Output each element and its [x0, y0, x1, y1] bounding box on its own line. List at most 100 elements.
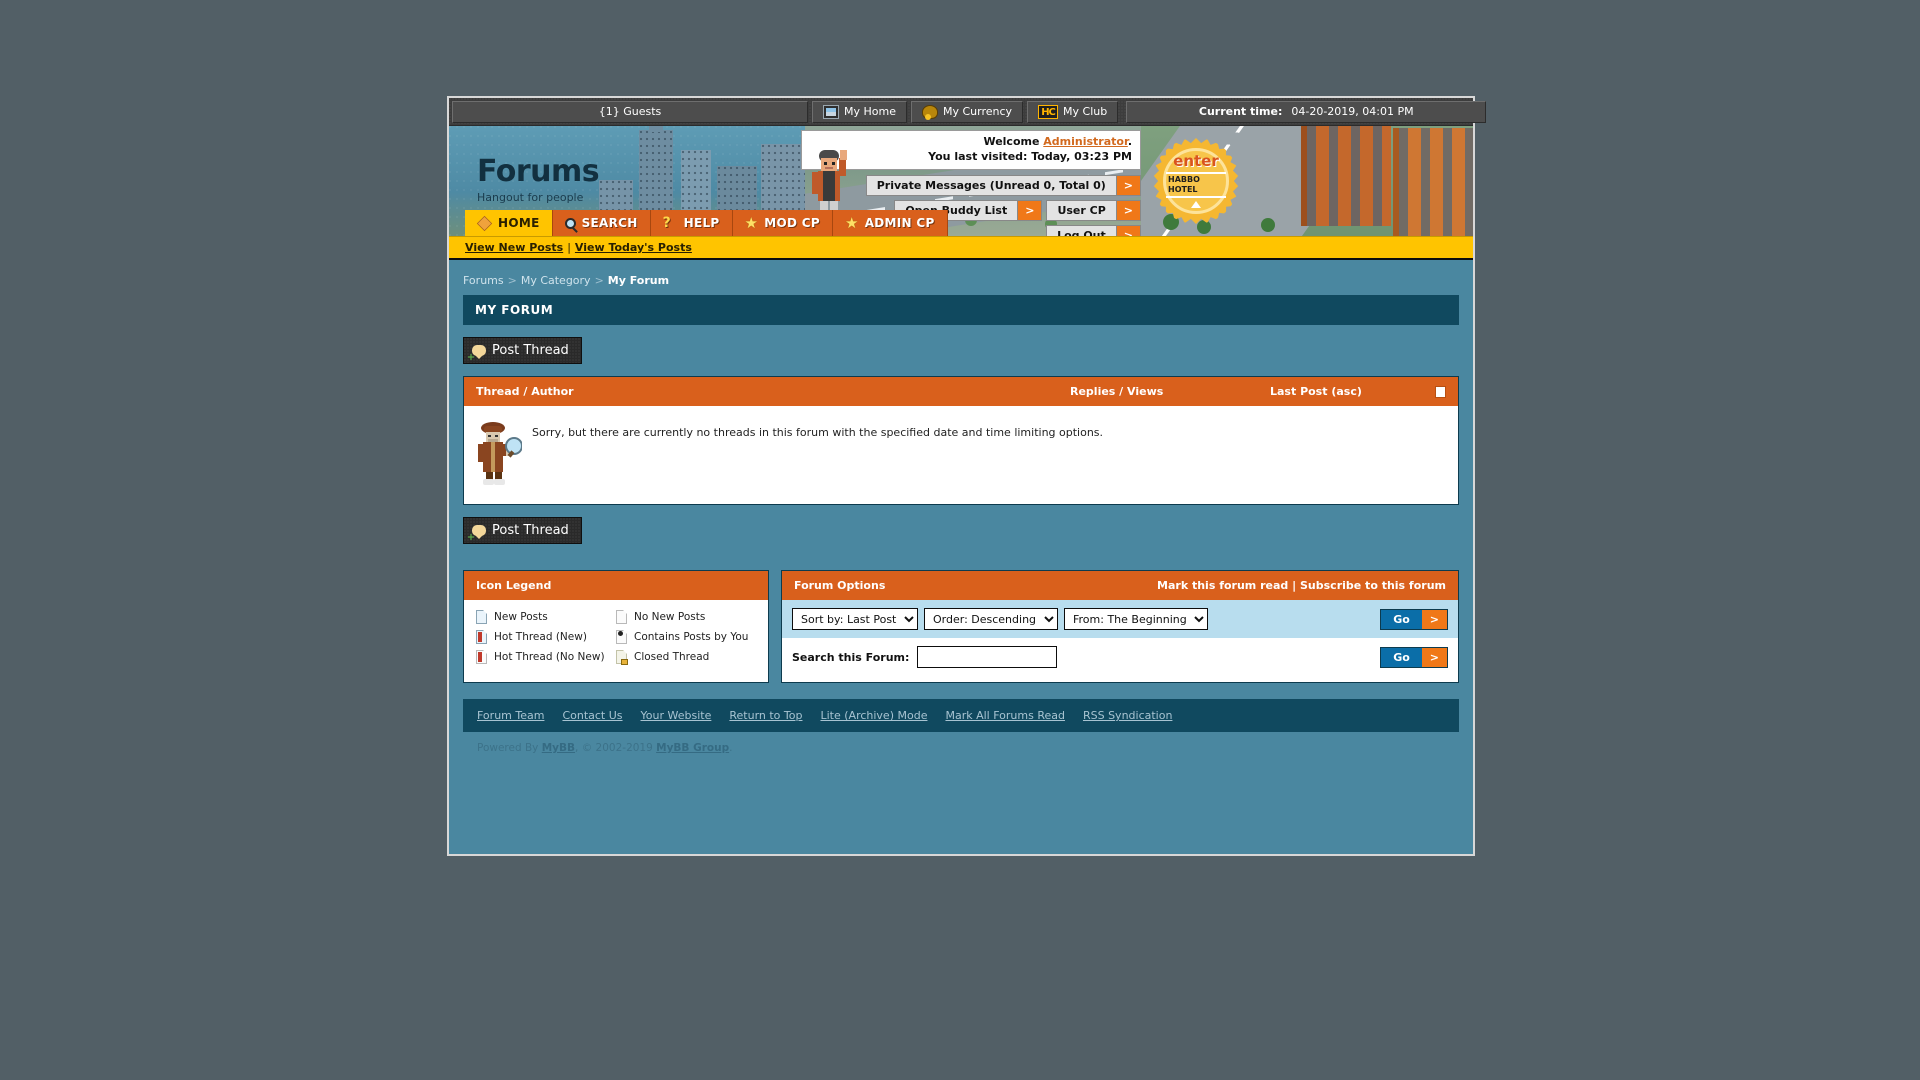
legend-label: New Posts	[494, 611, 548, 623]
my-currency-button[interactable]: My Currency	[910, 100, 1024, 123]
pm-arrow-icon: >	[1115, 175, 1140, 195]
footer-link-contact-us[interactable]: Contact Us	[562, 709, 622, 722]
icon-legend-body: New Posts Hot Thread (New) Hot Thread (N…	[464, 600, 768, 682]
subscribe-forum-link[interactable]: Subscribe to this forum	[1300, 579, 1446, 592]
sort-go-arrow-icon: >	[1421, 609, 1447, 629]
forum-options-links: Mark this forum read | Subscribe to this…	[1157, 579, 1446, 592]
legend-label: Closed Thread	[634, 651, 710, 663]
hc-badge-icon: HC	[1038, 104, 1059, 119]
subnav-separator: |	[567, 241, 571, 254]
footer-link-rss-syndication[interactable]: RSS Syndication	[1083, 709, 1172, 722]
mybb-forum-page: {1} Guests My Home My Currency HC My Clu…	[447, 96, 1487, 856]
my-home-label: My Home	[844, 105, 896, 118]
column-replies-views[interactable]: Replies / Views	[1070, 385, 1270, 398]
icon-legend-panel: Icon Legend New Posts Hot Thread (New) H…	[463, 570, 769, 683]
search-go-label: Go	[1381, 647, 1422, 667]
welcome-message: Welcome Administrator. You last visited:…	[801, 130, 1141, 170]
sort-go-button[interactable]: Go >	[1380, 608, 1448, 630]
mark-forum-read-link[interactable]: Mark this forum read	[1157, 579, 1288, 592]
my-currency-label: My Currency	[942, 105, 1013, 118]
order-select[interactable]: Order: DescendingOrder: Ascending	[924, 608, 1058, 630]
quick-links-bar: View New Posts | View Today's Posts	[449, 236, 1473, 260]
coins-bag-icon	[921, 104, 938, 120]
log-out-button[interactable]: Log Out >	[1046, 224, 1141, 236]
post-thread-button-top[interactable]: Post Thread	[463, 337, 582, 364]
footer-links: Forum Team Contact Us Your Website Retur…	[463, 699, 1459, 732]
my-club-button[interactable]: HC My Club	[1027, 100, 1119, 123]
nav-tab-search[interactable]: SEARCH	[552, 210, 651, 236]
house-icon	[476, 215, 493, 231]
select-all-checkbox[interactable]	[1420, 385, 1446, 398]
search-go-arrow-icon: >	[1421, 647, 1447, 667]
footer-link-forum-team[interactable]: Forum Team	[477, 709, 544, 722]
icon-legend-header: Icon Legend	[464, 571, 768, 600]
mybb-group-link[interactable]: MyBB Group	[656, 742, 729, 754]
post-thread-button-bottom[interactable]: Post Thread	[463, 517, 582, 544]
breadcrumb-arrow: >	[507, 274, 517, 287]
post-thread-label-top: Post Thread	[492, 343, 569, 358]
legend-label: Hot Thread (No New)	[494, 651, 605, 663]
hot-thread-new-icon	[476, 630, 487, 644]
forum-title: MY FORUM	[463, 295, 1459, 325]
column-thread-author[interactable]: Thread / Author	[476, 385, 1070, 398]
posts-by-you-icon	[616, 630, 627, 644]
links-separator: |	[1292, 579, 1297, 592]
nav-modcp-label: MOD CP	[764, 216, 820, 230]
user-cp-button[interactable]: User CP >	[1046, 199, 1141, 221]
footer-link-your-website[interactable]: Your Website	[641, 709, 712, 722]
magnifier-icon	[564, 217, 576, 229]
header-city-right: enter HABBO HOTEL	[1141, 126, 1473, 236]
home-console-icon	[823, 104, 839, 119]
my-home-button[interactable]: My Home	[812, 100, 907, 123]
legend-column-right: No New Posts Contains Posts by You Close…	[616, 610, 756, 670]
sort-by-select[interactable]: Sort by: Last PostSort by: SubjectSort b…	[792, 608, 918, 630]
mybb-link[interactable]: MyBB	[542, 742, 575, 754]
sort-go-label: Go	[1381, 609, 1422, 629]
legend-label: Hot Thread (New)	[494, 631, 587, 643]
legend-item: Hot Thread (New)	[476, 630, 616, 644]
nav-admincp-label: ADMIN CP	[864, 216, 935, 230]
nav-tab-mod-cp[interactable]: ★ MOD CP	[732, 210, 833, 236]
current-time-label: Current time:	[1198, 105, 1283, 118]
legend-item: New Posts	[476, 610, 616, 624]
site-branding: Forums Hangout for people	[477, 154, 600, 204]
legend-label: No New Posts	[634, 611, 706, 623]
sort-controls-row: Sort by: Last PostSort by: SubjectSort b…	[782, 600, 1458, 638]
breadcrumb-arrow: >	[594, 274, 604, 287]
nav-tab-home[interactable]: HOME	[465, 210, 553, 236]
footer-link-mark-all-forums-read[interactable]: Mark All Forums Read	[945, 709, 1065, 722]
logout-label: Log Out	[1047, 225, 1116, 236]
enter-habbo-hotel-badge[interactable]: enter HABBO HOTEL	[1153, 138, 1239, 224]
nav-tab-admin-cp[interactable]: ★ ADMIN CP	[832, 210, 948, 236]
post-thread-label-bottom: Post Thread	[492, 523, 569, 538]
badge-inner: enter HABBO HOTEL	[1163, 148, 1229, 214]
search-go-button[interactable]: Go >	[1380, 646, 1448, 668]
column-last-post[interactable]: Last Post (asc)	[1270, 385, 1420, 398]
nav-search-label: SEARCH	[581, 216, 638, 230]
welcome-suffix: .	[1127, 135, 1132, 148]
hot-thread-nonew-icon	[476, 650, 487, 664]
breadcrumb-my-category[interactable]: My Category	[521, 274, 591, 287]
pm-label: Private Messages (Unread 0, Total 0)	[866, 175, 1116, 195]
view-new-posts-link[interactable]: View New Posts	[465, 241, 563, 254]
buddy-arrow-icon: >	[1017, 200, 1042, 220]
search-forum-input[interactable]	[917, 646, 1058, 668]
footer-link-return-to-top[interactable]: Return to Top	[729, 709, 802, 722]
private-messages-button[interactable]: Private Messages (Unread 0, Total 0) >	[865, 174, 1141, 196]
nav-tab-help[interactable]: ? HELP	[650, 210, 733, 236]
footer-link-lite-archive-mode[interactable]: Lite (Archive) Mode	[820, 709, 927, 722]
nav-home-label: HOME	[498, 216, 540, 230]
current-time-display: Current time: 04-20-2019, 04:01 PM	[1126, 100, 1487, 123]
copyright-line: Powered By MyBB, © 2002-2019 MyBB Group.	[463, 732, 1459, 768]
forum-options-panel: Forum Options Mark this forum read | Sub…	[781, 570, 1459, 683]
last-visited-text: You last visited: Today, 03:23 PM	[928, 149, 1132, 163]
breadcrumb-forums[interactable]: Forums	[463, 274, 504, 287]
username-link[interactable]: Administrator	[1043, 135, 1128, 148]
question-mark-icon: ?	[662, 214, 672, 231]
main-content: Forums > My Category > My Forum MY FORUM Pos…	[449, 260, 1473, 768]
from-select[interactable]: From: The BeginningFrom: YesterdayFrom: …	[1064, 608, 1208, 630]
view-todays-posts-link[interactable]: View Today's Posts	[575, 241, 692, 254]
badge-enter-text: enter	[1173, 152, 1219, 171]
my-club-label: My Club	[1063, 105, 1108, 118]
bottom-panels: Icon Legend New Posts Hot Thread (New) H…	[463, 570, 1459, 683]
